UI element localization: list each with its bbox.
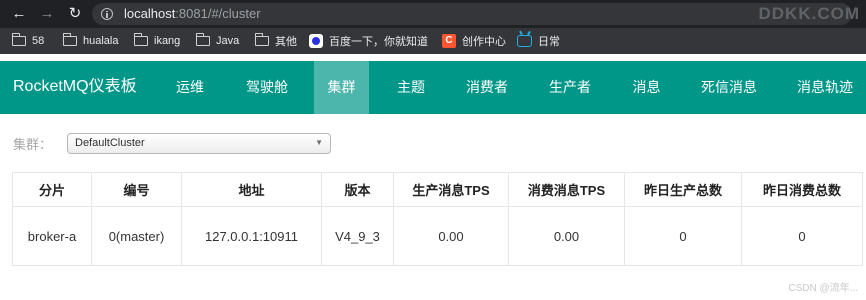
cell-id: 0(master) xyxy=(91,206,182,266)
nav-dlq-message[interactable]: 死信消息 xyxy=(688,61,770,114)
address-bar[interactable]: localhost:8081/#/cluster xyxy=(92,3,852,25)
table-header-row: 分片 编号 地址 版本 生产消息TPS 消费消息TPS 昨日生产总数 昨日消费总… xyxy=(12,172,863,207)
nav-topic[interactable]: 主题 xyxy=(382,61,440,114)
brand-title[interactable]: RocketMQ仪表板 xyxy=(13,61,137,114)
nav-consumer[interactable]: 消费者 xyxy=(453,61,521,114)
cell-shard: broker-a xyxy=(12,206,92,266)
back-icon[interactable]: ← xyxy=(8,3,30,25)
bilibili-icon xyxy=(517,35,532,47)
nav-ops[interactable]: 运维 xyxy=(160,61,220,114)
broker-table: 分片 编号 地址 版本 生产消息TPS 消费消息TPS 昨日生产总数 昨日消费总… xyxy=(12,172,863,266)
cell-consume-tps: 0.00 xyxy=(508,206,625,266)
folder-icon xyxy=(254,33,269,46)
cell-yesterday-produce: 0 xyxy=(624,206,742,266)
header-id: 编号 xyxy=(91,172,182,207)
cell-address: 127.0.0.1:10911 xyxy=(181,206,322,266)
browser-toolbar: ← → ↻ localhost:8081/#/cluster DDKK.COM xyxy=(0,0,866,28)
header-shard: 分片 xyxy=(12,172,92,207)
nav-message-trace[interactable]: 消息轨迹 xyxy=(784,61,866,114)
header-consume-tps: 消费消息TPS xyxy=(508,172,625,207)
nav-dashboard[interactable]: 驾驶舱 xyxy=(232,61,302,114)
watermark-bottom: CSDN @流年... xyxy=(788,283,858,294)
bookmark-baidu[interactable]: 百度一下，你就知道 xyxy=(309,32,428,50)
header-yesterday-produce: 昨日生产总数 xyxy=(624,172,742,207)
header-address: 地址 xyxy=(181,172,322,207)
cluster-label: 集群： xyxy=(13,137,53,152)
header-produce-tps: 生产消息TPS xyxy=(393,172,509,207)
watermark-top: DDKK.COM xyxy=(758,4,860,23)
url-text[interactable]: localhost:8081/#/cluster xyxy=(124,6,261,22)
table-row: broker-a 0(master) 127.0.0.1:10911 V4_9_… xyxy=(12,206,863,266)
nav-producer[interactable]: 生产者 xyxy=(536,61,604,114)
baidu-icon xyxy=(309,34,323,48)
bookmark-hualala[interactable]: hualala xyxy=(62,32,118,50)
folder-icon xyxy=(133,33,148,46)
info-icon[interactable] xyxy=(101,8,113,20)
header-yesterday-consume: 昨日消费总数 xyxy=(741,172,863,207)
bookmark-java[interactable]: Java xyxy=(195,32,239,50)
bookmark-other[interactable]: 其他 xyxy=(254,32,297,50)
chevron-down-icon: ▼ xyxy=(315,138,323,147)
folder-icon xyxy=(195,33,210,46)
cell-produce-tps: 0.00 xyxy=(393,206,509,266)
app-navbar: RocketMQ仪表板 运维 驾驶舱 集群 主题 消费者 生产者 消息 死信消息… xyxy=(0,61,866,114)
bookmarks-bar: 58 hualala ikang Java 其他 百度一下，你就知道 C 创作中心… xyxy=(0,28,866,54)
nav-cluster[interactable]: 集群 xyxy=(314,61,369,114)
folder-icon xyxy=(11,33,26,46)
cluster-select[interactable]: DefaultCluster ▼ xyxy=(67,133,331,154)
screen: ← → ↻ localhost:8081/#/cluster DDKK.COM … xyxy=(0,0,866,300)
cell-version: V4_9_3 xyxy=(321,206,394,266)
forward-icon[interactable]: → xyxy=(36,3,58,25)
broker-table-container: 分片 编号 地址 版本 生产消息TPS 消费消息TPS 昨日生产总数 昨日消费总… xyxy=(12,172,863,266)
cell-yesterday-consume: 0 xyxy=(741,206,863,266)
folder-icon xyxy=(62,33,77,46)
reload-icon[interactable]: ↻ xyxy=(64,3,86,25)
bookmark-csdn[interactable]: C 创作中心 xyxy=(442,32,506,50)
bookmark-ikang[interactable]: ikang xyxy=(133,32,180,50)
csdn-icon: C xyxy=(442,34,456,48)
cluster-select-value: DefaultCluster xyxy=(75,137,145,149)
nav-message[interactable]: 消息 xyxy=(619,61,674,114)
bookmark-58[interactable]: 58 xyxy=(11,32,44,50)
header-version: 版本 xyxy=(321,172,394,207)
bookmark-daily[interactable]: 日常 xyxy=(517,32,560,50)
